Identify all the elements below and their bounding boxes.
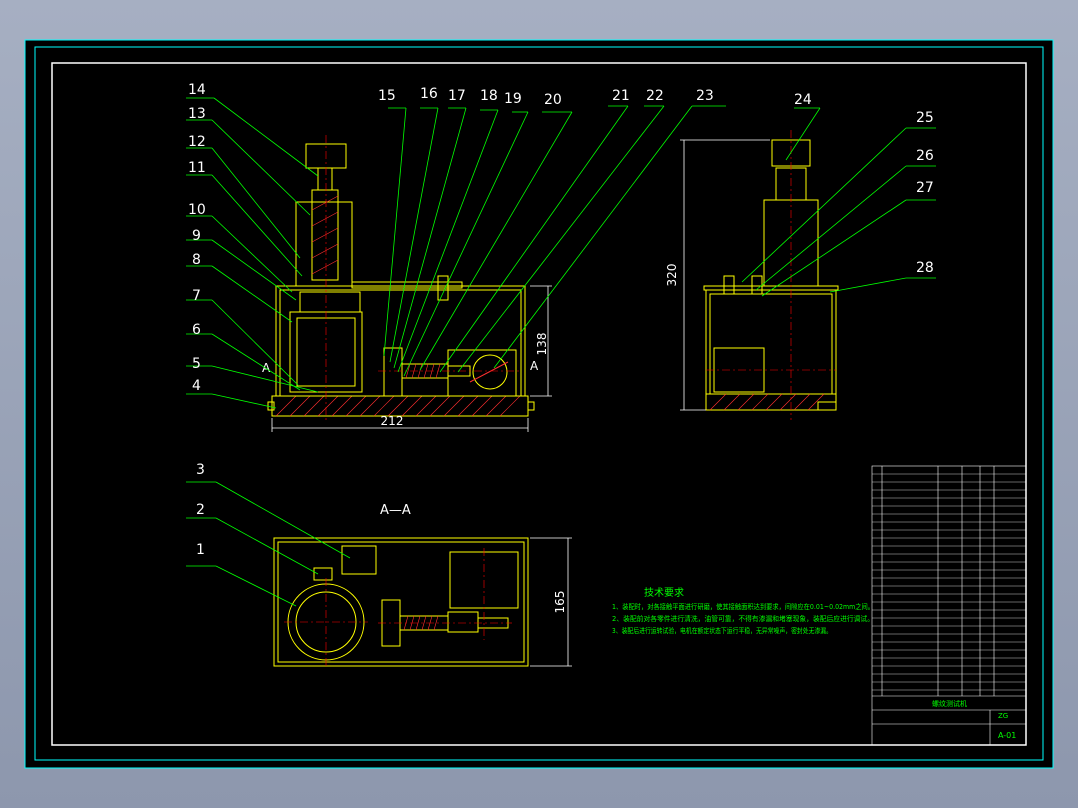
callout-5: 5 <box>192 356 201 372</box>
callout-28: 28 <box>916 260 934 276</box>
callout-7: 7 <box>192 288 201 304</box>
callout-2: 2 <box>196 502 205 518</box>
callout-18: 18 <box>480 88 498 104</box>
callout-16: 16 <box>420 86 438 102</box>
callout-21: 21 <box>612 88 630 104</box>
callout-9: 9 <box>192 228 201 244</box>
callout-8: 8 <box>192 252 201 268</box>
callout-11: 11 <box>188 160 206 176</box>
callout-1: 1 <box>196 542 205 558</box>
note-line-1: 1、装配时，对各接触平面进行研磨，使其接触面积达到要求，间隙应在0.01~0.0… <box>612 602 874 611</box>
callout-6: 6 <box>192 322 201 338</box>
callout-15: 15 <box>378 88 396 104</box>
notes-title: 技术要求 <box>644 586 684 599</box>
title-name: 螺纹测试机 <box>932 699 967 708</box>
callout-22: 22 <box>646 88 664 104</box>
callout-19: 19 <box>504 91 522 107</box>
callout-17: 17 <box>448 88 466 104</box>
callout-24: 24 <box>794 92 812 108</box>
drawing-sheet <box>24 39 1054 769</box>
callout-10: 10 <box>188 202 206 218</box>
note-line-3: 3、装配后进行运转试验，电机在额定状态下运行平稳，无异常噪声，密封处无渗漏。 <box>612 626 832 635</box>
cad-viewport: 212 138 A A 14 13 12 11 10 9 8 7 6 5 4 1… <box>0 0 1078 808</box>
callout-3: 3 <box>196 462 205 478</box>
title-material: ZG <box>998 712 1008 720</box>
callout-25: 25 <box>916 110 934 126</box>
dim-front-height: 138 <box>535 333 549 356</box>
callout-13: 13 <box>188 106 206 122</box>
dim-side-height: 320 <box>665 264 679 287</box>
drawing-number: A-01 <box>998 731 1016 740</box>
cut-label-left: A <box>262 361 271 375</box>
callout-4: 4 <box>192 378 201 394</box>
callout-27: 27 <box>916 180 934 196</box>
note-line-2: 2、装配前对各零件进行清洗，油管可靠，不得有渗漏和堵塞现象，装配后应进行调试。 <box>612 614 874 623</box>
callout-20: 20 <box>544 92 562 108</box>
section-view-title: A—A <box>380 503 411 518</box>
cut-label-right: A <box>530 359 539 373</box>
callout-12: 12 <box>188 134 206 150</box>
engineering-drawing: 212 138 A A 14 13 12 11 10 9 8 7 6 5 4 1… <box>24 39 1054 769</box>
dim-plan-height: 165 <box>553 591 567 614</box>
callout-23: 23 <box>696 88 714 104</box>
callout-26: 26 <box>916 148 934 164</box>
plan-callouts: 3 2 1 <box>196 462 205 558</box>
dim-front-width: 212 <box>381 414 404 428</box>
callout-14: 14 <box>188 82 206 98</box>
